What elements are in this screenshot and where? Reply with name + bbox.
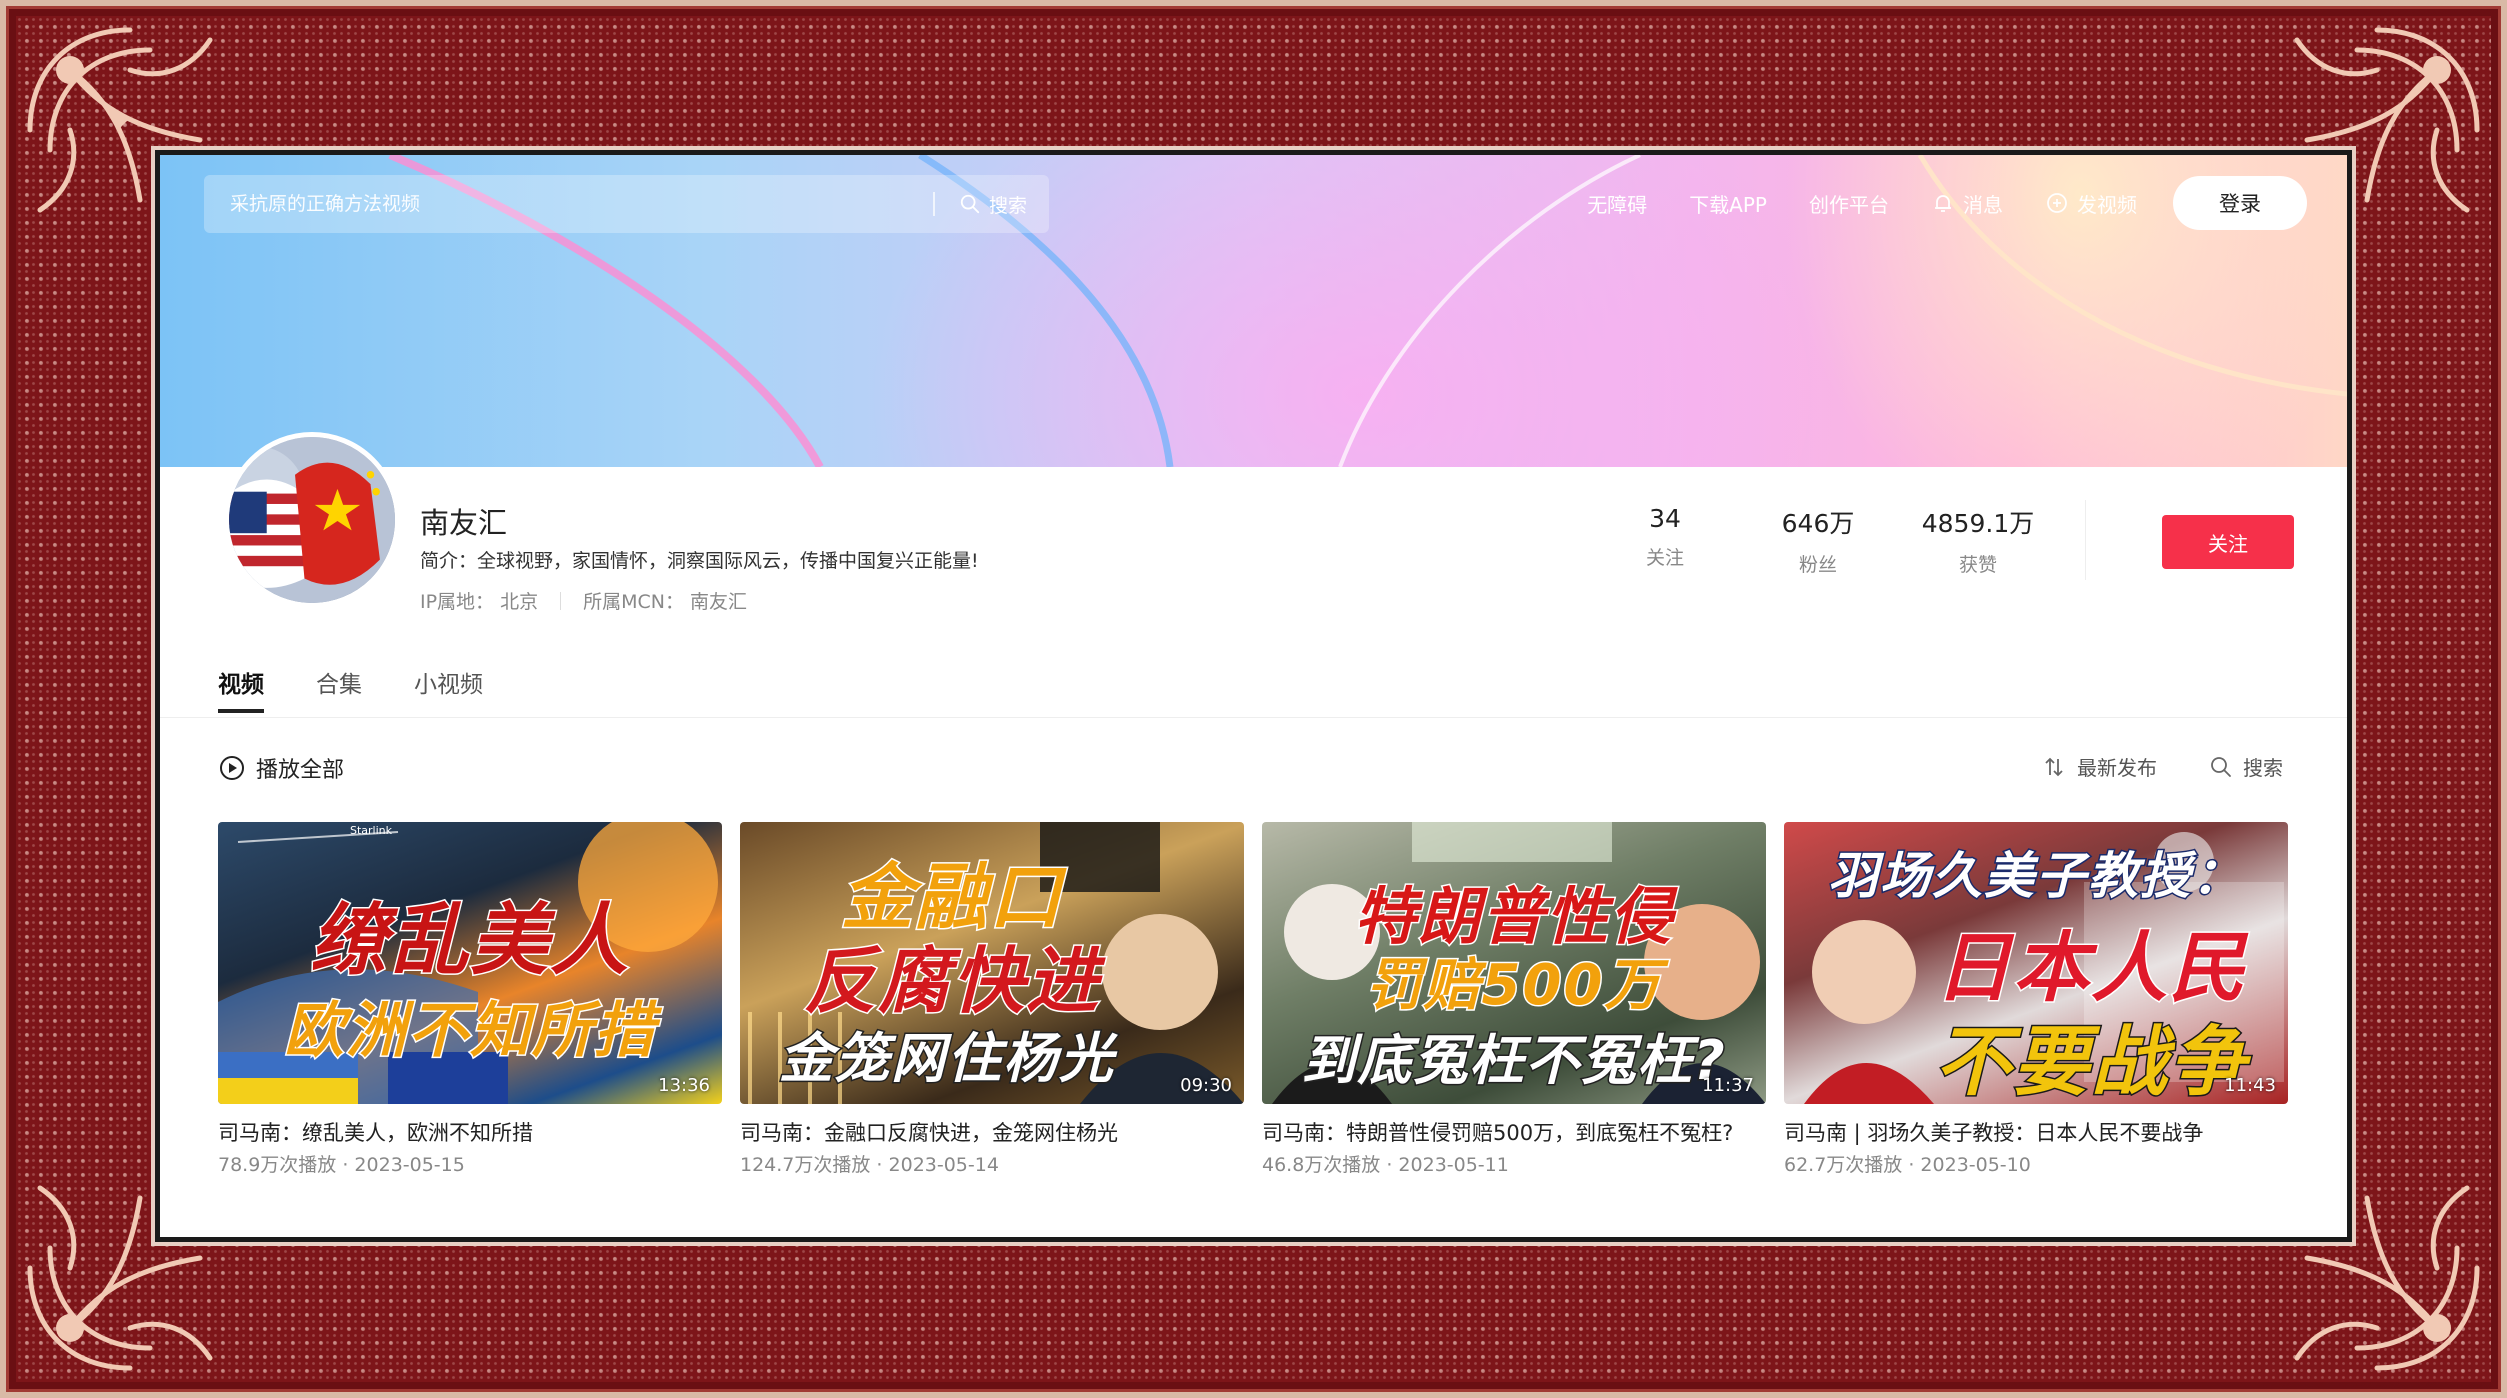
mcn-info: 所属MCN： 南友汇 (583, 591, 748, 613)
search-icon (2211, 756, 2231, 777)
tabs-divider (160, 717, 2347, 718)
video-duration: 09:30 (1180, 1075, 1232, 1096)
video-duration: 11:37 (1702, 1075, 1754, 1096)
ip-location: IP属地： 北京 (420, 591, 539, 613)
top-navigation-bar: 搜索 无障碍 下载APP 创作平台 消息 发视频 (160, 155, 2347, 255)
search-icon (960, 194, 980, 214)
stat-followers-value: 646万 (1781, 509, 1855, 538)
stat-following[interactable]: 34 关注 (1620, 504, 1710, 577)
tab-videos[interactable]: 视频 (218, 665, 264, 713)
nav-upload[interactable]: 发视频 (2045, 189, 2137, 218)
video-thumbnail[interactable]: 金融口 反腐快进 金笼网住杨光 09:30 (740, 822, 1244, 1104)
thumbnail-caption: Starlink (350, 824, 393, 837)
nav-upload-label: 发视频 (2077, 192, 2137, 217)
search-input[interactable] (204, 175, 933, 233)
nav-creator-platform[interactable]: 创作平台 (1809, 189, 1889, 218)
video-card[interactable]: 缭乱美人 欧洲不知所措 Starlink 13:36 司马南：缭乱美人，欧洲不知… (218, 822, 722, 1177)
search-button[interactable]: 搜索 (935, 191, 1049, 218)
profile-meta: IP属地： 北京 所属MCN： 南友汇 (420, 587, 747, 614)
nav-messages[interactable]: 消息 (1931, 189, 2003, 218)
meta-divider (560, 591, 562, 610)
video-card[interactable]: 金融口 反腐快进 金笼网住杨光 09:30 司马南：金融口反腐快进，金笼网住杨光… (740, 822, 1244, 1177)
plus-circle-icon (2047, 193, 2067, 213)
thumbnail-line-3: 不要战争 (1934, 1016, 2247, 1105)
follow-button[interactable]: 关注 (2162, 515, 2294, 569)
list-toolbar: 最新发布 搜索 (2043, 752, 2283, 781)
profile-name: 南友汇 (420, 506, 508, 540)
video-title[interactable]: 司马南 | 羽场久美子教授：日本人民不要战争 (1784, 1118, 2288, 1148)
play-all-button[interactable]: 播放全部 (218, 752, 344, 784)
thumbnail-line-2: 罚赔500万 (1364, 952, 1663, 1020)
stat-likes-value: 4859.1万 (1921, 509, 2035, 538)
sort-icon (2045, 757, 2063, 776)
video-meta: 46.8万次播放 · 2023-05-11 (1262, 1154, 1509, 1176)
video-duration: 13:36 (658, 1075, 710, 1096)
profile-stats: 34 关注 646万 粉丝 4859.1万 获赞 (1620, 504, 2058, 577)
video-meta: 124.7万次播放 · 2023-05-14 (740, 1154, 999, 1176)
thumbnail-line-1: 羽场久美子教授： (1827, 846, 2244, 907)
video-meta: 62.7万次播放 · 2023-05-10 (1784, 1154, 2031, 1176)
login-button[interactable]: 登录 (2173, 176, 2307, 230)
stat-followers-label: 粉丝 (1798, 554, 1837, 576)
video-title[interactable]: 司马南：缭乱美人，欧洲不知所措 (218, 1118, 722, 1148)
tab-short-videos[interactable]: 小视频 (414, 665, 483, 713)
profile-bio: 简介：全球视野，家国情怀，洞察国际风云，传播中国复兴正能量! (420, 550, 979, 572)
video-grid: 缭乱美人 欧洲不知所措 Starlink 13:36 司马南：缭乱美人，欧洲不知… (218, 822, 2288, 1177)
thumbnail-line-1: 缭乱美人 (308, 895, 630, 988)
thumbnail-line-3: 到底冤枉不冤枉? (1300, 1028, 1727, 1094)
tab-collections[interactable]: 合集 (316, 665, 362, 713)
nav-messages-label: 消息 (1963, 192, 2003, 217)
stat-likes-label: 获赞 (1958, 554, 1997, 576)
stat-following-value: 34 (1649, 504, 1681, 533)
video-thumbnail[interactable]: 羽场久美子教授： 日本人民 不要战争 11:43 (1784, 822, 2288, 1104)
thumbnail-line-3: 金笼网住杨光 (778, 1026, 1115, 1092)
stat-following-label: 关注 (1645, 547, 1684, 569)
list-search-button[interactable]: 搜索 (2209, 752, 2283, 781)
video-thumbnail[interactable]: 特朗普性侵 罚赔500万 到底冤枉不冤枉? 11:37 (1262, 822, 1766, 1104)
thumbnail-line-2: 反腐快进 (802, 938, 1100, 1025)
video-thumbnail[interactable]: 缭乱美人 欧洲不知所措 Starlink 13:36 (218, 822, 722, 1104)
stat-likes: 4859.1万 获赞 (1898, 504, 2058, 577)
video-title[interactable]: 司马南：金融口反腐快进，金笼网住杨光 (740, 1118, 1244, 1148)
nav-accessibility[interactable]: 无障碍 (1587, 189, 1647, 218)
video-card[interactable]: 羽场久美子教授： 日本人民 不要战争 11:43 司马南 | 羽场久美子教授：日… (1784, 822, 2288, 1177)
content-tabs: 视频 合集 小视频 (218, 665, 483, 713)
stat-followers[interactable]: 646万 粉丝 (1752, 504, 1884, 577)
top-nav: 无障碍 下载APP 创作平台 消息 发视频 登录 (1587, 173, 2307, 233)
profile-page-window: 搜索 无障碍 下载APP 创作平台 消息 发视频 (151, 146, 2356, 1246)
play-circle-icon (220, 756, 244, 780)
play-all-label: 播放全部 (256, 758, 345, 783)
sort-button[interactable]: 最新发布 (2043, 752, 2157, 781)
bell-icon (1935, 195, 1951, 212)
nav-download-app[interactable]: 下载APP (1689, 189, 1767, 218)
avatar[interactable] (224, 432, 400, 608)
search-box: 搜索 (204, 175, 1049, 233)
video-meta: 78.9万次播放 · 2023-05-15 (218, 1154, 465, 1176)
stats-divider (2085, 500, 2086, 580)
thumbnail-line-2: 欧洲不知所措 (283, 995, 656, 1068)
video-card[interactable]: 特朗普性侵 罚赔500万 到底冤枉不冤枉? 11:37 司马南：特朗普性侵罚赔5… (1262, 822, 1766, 1177)
list-search-label: 搜索 (2243, 756, 2283, 780)
search-button-label: 搜索 (988, 194, 1027, 217)
sort-label: 最新发布 (2077, 756, 2157, 780)
video-duration: 11:43 (2224, 1075, 2276, 1096)
video-title[interactable]: 司马南：特朗普性侵罚赔500万，到底冤枉不冤枉? (1262, 1118, 1766, 1148)
